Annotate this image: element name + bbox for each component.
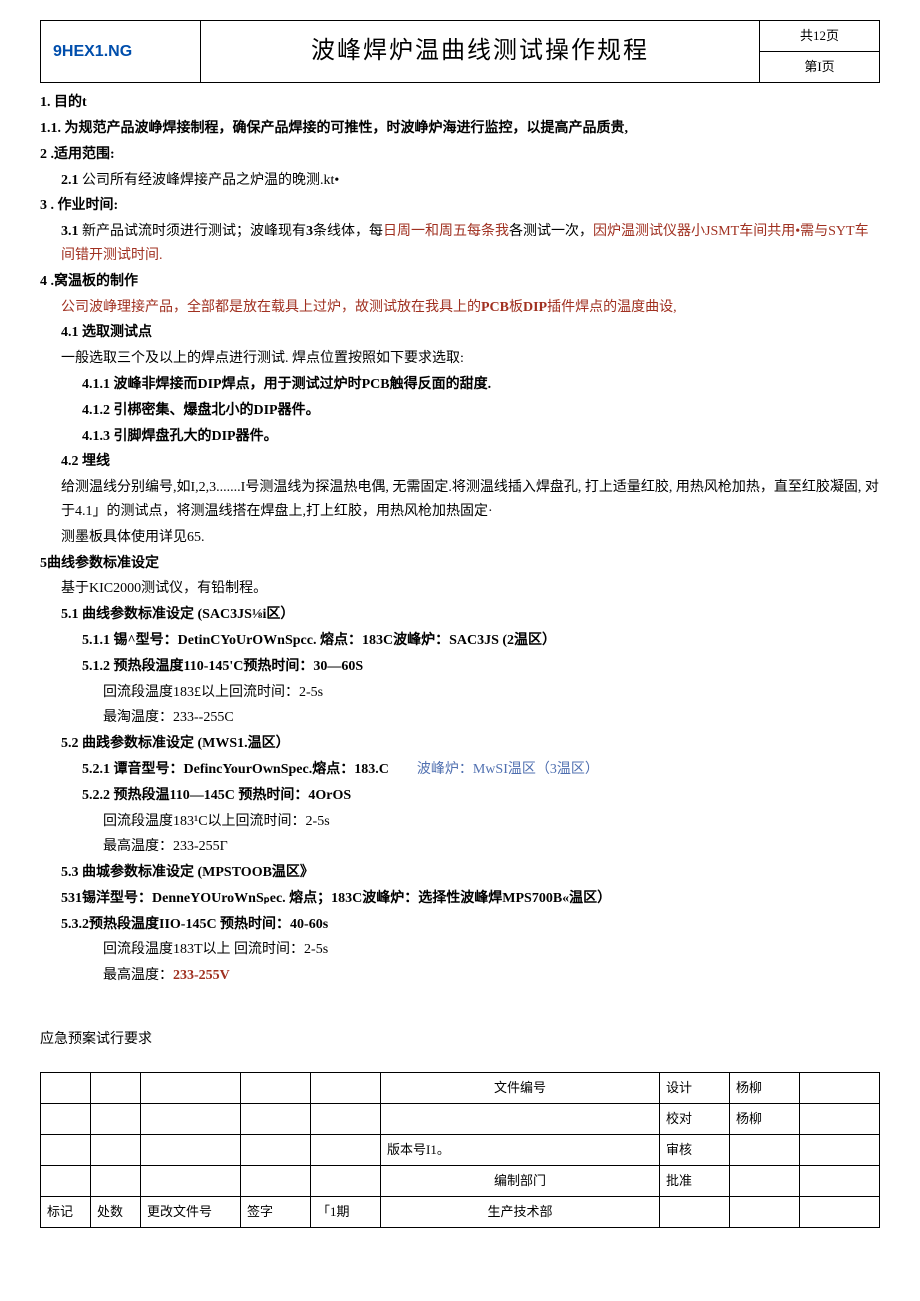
heading-5-1: 5.1 曲线参数标准设定 (SAC3JS⅛i区）: [40, 603, 880, 627]
paragraph-5-1-2c: 最淘温度：233--255C: [40, 706, 880, 730]
cell-dept-label: 编制部门: [381, 1166, 660, 1197]
cell-mark: 标记: [41, 1197, 91, 1228]
paragraph-1-1: 1.1. 为规范产品波峥焊接制程，确保产品焊接的可推性，时波峥炉海进行监控，以提…: [40, 117, 880, 141]
text-4-red-b: PCB: [481, 300, 509, 315]
heading-5-2: 5.2 曲践参数标准设定 (MWS1.温区）: [40, 732, 880, 756]
paragraph-5-2-2c: 最高温度：233-255Γ: [40, 835, 880, 859]
section-1-heading: 1. 目的t: [40, 91, 880, 115]
document-body: 1. 目的t 1.1. 为规范产品波峥焊接制程，确保产品焊接的可推性，时波峥炉海…: [40, 91, 880, 988]
heading-5-3: 5.3 曲城参数标准设定 (MPSTOOB温区》: [40, 861, 880, 885]
footer-heading: 应急预案试行要求: [40, 1028, 880, 1052]
table-row: 文件编号 设计 杨柳: [41, 1072, 880, 1103]
cell-doc-number-label: 文件编号: [381, 1072, 660, 1103]
paragraph-5-2-1: 5.2.1 谭音型号：DefincYourOwnSpec.熔点：183.C 波峰…: [40, 758, 880, 782]
paragraph-4-1-2: 4.1.2 引梆密集、爆盘北小的DIP器件。: [40, 399, 880, 423]
cell-dept-value: 生产技术部: [381, 1197, 660, 1228]
cell-design-label: 设计: [660, 1072, 730, 1103]
table-row: 编制部门 批准: [41, 1166, 880, 1197]
text-5-2-1b: 波峰炉：MwSI温区（3温区）: [417, 762, 599, 777]
doc-code-cell: 9HEX1.NG: [41, 21, 201, 83]
paragraph-5-3-2b: 回流段温度183T以上 回流时间：2-5s: [40, 938, 880, 962]
paragraph-5-2-2: 5.2.2 预热段温110—145C 预热时间：4OrOS: [40, 784, 880, 808]
table-row: 校对 杨柳: [41, 1103, 880, 1134]
paragraph-4-2-body2: 测墨板具体使用详见65.: [40, 526, 880, 550]
document-header: 9HEX1.NG 波峰焊炉温曲线测试操作规程 共12页 第I页: [40, 20, 880, 83]
table-row: 版本号I1。 审核: [41, 1135, 880, 1166]
paragraph-5-intro: 基于KIC2000测试仪，有铅制程。: [40, 577, 880, 601]
cell-review-label: 审核: [660, 1135, 730, 1166]
text-4-red-e: 插件焊点的温度曲设,: [547, 300, 677, 315]
cell-check-value: 杨柳: [730, 1103, 800, 1134]
text-4-red-a: 公司波峥理接产品，全部都是放在载具上过炉，故测试放在我具上的: [61, 300, 481, 315]
cell-design-value: 杨柳: [730, 1072, 800, 1103]
table-row: 标记 处数 更改文件号 签字 「1期 生产技术部: [41, 1197, 880, 1228]
text-2-1: 公司所有经波峰焊接产品之炉温的晚测.kt•: [79, 173, 340, 188]
doc-title-cell: 波峰焊炉温曲线测试操作规程: [201, 21, 760, 83]
section-3-heading: 3 . 作业时间:: [40, 194, 880, 218]
cell-change-doc: 更改文件号: [141, 1197, 241, 1228]
cell-count: 处数: [91, 1197, 141, 1228]
section-4-heading: 4 .窝温板的制作: [40, 270, 880, 294]
paragraph-4-2-body1: 给测温线分别编号,如I,2,3.......I号测温线为探温热电偶, 无需固定.…: [40, 476, 880, 524]
text-4-red-c: 板: [509, 300, 523, 315]
cell-approve-label: 批准: [660, 1166, 730, 1197]
num-3-1: 3.1: [61, 224, 79, 239]
paragraph-3-1: 3.1 新产品试流时须进行测试；波峰现有3条线体，每日周一和周五每条我各测试一次…: [40, 220, 880, 268]
text-3-1-b: 新产品试流时须进行测试；波峰现有: [79, 224, 307, 239]
section-2-heading: 2 .适用范围:: [40, 143, 880, 167]
paragraph-5-1-2: 5.1.2 预热段温度110-145'C预热时间：30—60S: [40, 655, 880, 679]
paragraph-4-1-1: 4.1.1 波峰非焊接而DIP焊点，用于测试过炉时PCB触得反面的甜度.: [40, 373, 880, 397]
paragraph-5-1-1: 5.1.1 锡^型号：DetinCYoUrOWnSpcc. 熔点：183C波峰炉…: [40, 629, 880, 653]
text-3-1-d: 条线体，每: [313, 224, 383, 239]
paragraph-4-red: 公司波峥理接产品，全部都是放在载具上过炉，故测试放在我具上的PCB板DIP插件焊…: [40, 296, 880, 320]
paragraph-2-1: 2.1 公司所有经波峰焊接产品之炉温的晚测.kt•: [40, 169, 880, 193]
num-2-1: 2.1: [61, 173, 79, 188]
text-3-1-e: 各测试一次，: [509, 224, 593, 239]
cell-sign: 签字: [241, 1197, 311, 1228]
text-5-2-1a: 5.2.1 谭音型号：DefincYourOwnSpec.熔点：183.C: [82, 762, 389, 777]
paragraph-5-3-1: 531锡洋型号：DenneYOUroWnSₚec. 熔点；183C波峰炉：选择性…: [40, 887, 880, 911]
page-total-cell: 共12页: [760, 21, 880, 52]
cell-check-label: 校对: [660, 1103, 730, 1134]
heading-4-1: 4.1 选取测试点: [40, 321, 880, 345]
text-5-3-2c-a: 最高温度：: [103, 968, 173, 983]
paragraph-5-2-2b: 回流段温度183¹C以上回流时间：2-5s: [40, 810, 880, 834]
cell-version-label: 版本号I1。: [381, 1135, 660, 1166]
footer-table: 文件编号 设计 杨柳 校对 杨柳 版本号I1。 审核 编制部门 批准 标记 处数…: [40, 1072, 880, 1228]
paragraph-4-1-body: 一般选取三个及以上的焊点进行测试. 焊点位置按照如下要求选取:: [40, 347, 880, 371]
heading-4-2: 4.2 埋线: [40, 450, 880, 474]
paragraph-4-1-3: 4.1.3 引脚焊盘孔大的DIP器件。: [40, 425, 880, 449]
text-3-1-c: 3: [306, 224, 313, 239]
paragraph-5-3-2c: 最高温度：233-255V: [40, 964, 880, 988]
paragraph-5-1-2b: 回流段温度183£以上回流时间：2-5s: [40, 681, 880, 705]
text-4-red-d: DIP: [523, 300, 547, 315]
text-5-3-2c-b: 233-255V: [173, 968, 230, 983]
paragraph-5-3-2: 5.3.2预热段温度IIO-145C 预热时间：40-60s: [40, 913, 880, 937]
cell-period: 「1期: [311, 1197, 381, 1228]
page-current-cell: 第I页: [760, 52, 880, 83]
section-5-heading: 5曲线参数标准设定: [40, 552, 880, 576]
text-3-1-red1: 日周一和周五每条我: [383, 224, 509, 239]
